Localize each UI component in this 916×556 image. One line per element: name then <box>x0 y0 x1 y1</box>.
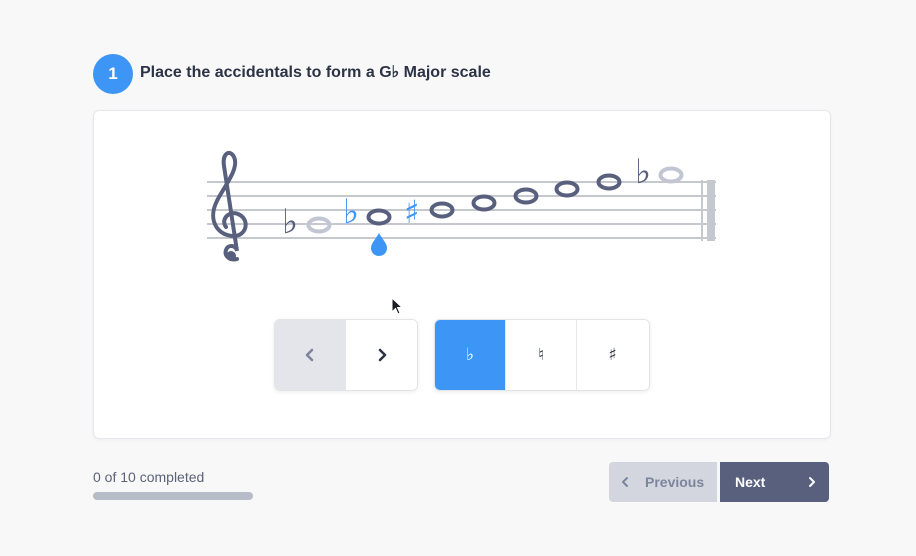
flat-accidental: ♭ <box>635 152 651 192</box>
note-ghost <box>658 166 684 184</box>
chevron-right-icon <box>378 348 386 362</box>
sharp-button[interactable]: ♯ <box>577 320 648 390</box>
flat-accidental-active: ♭ <box>343 192 359 232</box>
note-navigation-group <box>274 319 418 391</box>
progress-label: 0 of 10 completed <box>93 469 205 485</box>
note[interactable] <box>471 194 497 212</box>
barline-thin <box>701 180 703 241</box>
sharp-accidental: ♯ <box>404 193 419 231</box>
previous-button[interactable]: Previous <box>609 462 717 502</box>
flat-accidental: ♭ <box>282 202 298 242</box>
chevron-right-icon <box>809 477 815 487</box>
music-staff: ♭ ♭ ♯ ♭ <box>207 150 716 262</box>
previous-note-button[interactable] <box>275 320 346 390</box>
next-button-label: Next <box>735 474 766 490</box>
accidental-selector-group: ♭ ♮ ♯ <box>434 319 650 391</box>
note[interactable] <box>366 208 392 226</box>
flat-button[interactable]: ♭ <box>435 320 506 390</box>
progress-bar <box>93 492 253 500</box>
drop-cursor-icon <box>371 233 387 256</box>
next-note-button[interactable] <box>346 320 417 390</box>
next-button[interactable]: Next <box>720 462 829 502</box>
step-number-badge: 1 <box>93 54 133 94</box>
treble-clef-icon <box>211 150 248 262</box>
chevron-left-icon <box>305 348 314 362</box>
barline-thick <box>707 180 715 241</box>
exercise-card: ♭ ♭ ♯ ♭ ♭ ♮ ♯ <box>93 110 831 439</box>
note[interactable] <box>554 180 580 198</box>
mouse-pointer-icon <box>391 297 404 315</box>
step-title: Place the accidentals to form a G♭ Major… <box>140 64 491 81</box>
chevron-left-icon <box>622 477 628 487</box>
previous-button-label: Previous <box>645 474 705 490</box>
natural-button[interactable]: ♮ <box>506 320 577 390</box>
